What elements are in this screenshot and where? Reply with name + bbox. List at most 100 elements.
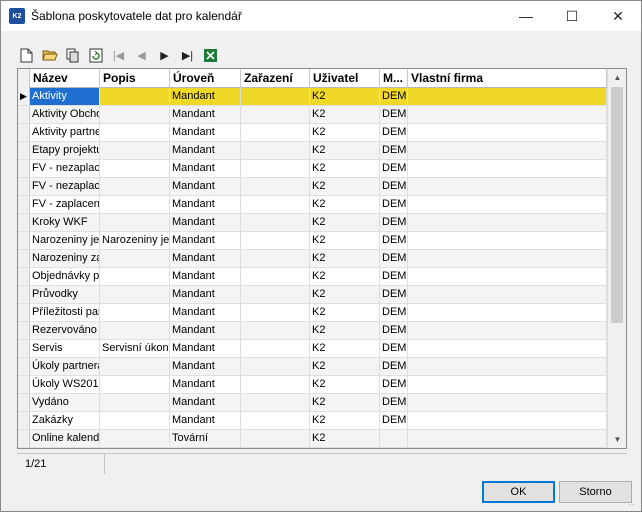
cell-uzivatel[interactable]: K2: [310, 124, 380, 141]
cell-uroven[interactable]: Tovární: [170, 430, 241, 447]
cell-uzivatel[interactable]: K2: [310, 232, 380, 249]
row-indicator[interactable]: [18, 268, 30, 285]
cell-zarazeni[interactable]: [241, 430, 310, 447]
cell-vlastni-firma[interactable]: [408, 286, 607, 303]
cell-zarazeni[interactable]: [241, 196, 310, 213]
cell-vlastni-firma[interactable]: [408, 142, 607, 159]
table-row[interactable]: Průvodky Mandant K2DEMO: [18, 286, 607, 304]
column-header-nazev[interactable]: Název: [30, 69, 100, 88]
cell-uroven[interactable]: Mandant: [170, 88, 241, 105]
cell-mandant[interactable]: DEMO: [380, 106, 408, 123]
cell-popis[interactable]: [100, 106, 170, 123]
cell-uzivatel[interactable]: K2: [310, 214, 380, 231]
cell-popis[interactable]: [100, 160, 170, 177]
cell-zarazeni[interactable]: [241, 250, 310, 267]
cell-popis[interactable]: [100, 430, 170, 447]
cell-uzivatel[interactable]: K2: [310, 106, 380, 123]
cell-vlastni-firma[interactable]: [408, 160, 607, 177]
cell-uzivatel[interactable]: K2: [310, 142, 380, 159]
cell-vlastni-firma[interactable]: [408, 214, 607, 231]
cell-uroven[interactable]: Mandant: [170, 142, 241, 159]
cell-popis[interactable]: [100, 124, 170, 141]
cell-zarazeni[interactable]: [241, 232, 310, 249]
row-indicator[interactable]: [18, 250, 30, 267]
vertical-scrollbar[interactable]: ▲ ▼: [607, 69, 626, 448]
table-row[interactable]: Narozeniny jed Narozeniny jed Mandant K2 DEM…: [18, 232, 607, 250]
last-record-icon[interactable]: ▶|: [178, 46, 197, 65]
scroll-up-icon[interactable]: ▲: [608, 69, 626, 86]
column-header-vlastni-firma[interactable]: Vlastní firma: [408, 69, 607, 88]
cell-mandant[interactable]: DEMO: [380, 322, 408, 339]
cell-uroven[interactable]: Mandant: [170, 358, 241, 375]
row-indicator[interactable]: [18, 412, 30, 429]
column-header-uroven[interactable]: Úroveň: [170, 69, 241, 88]
cell-mandant[interactable]: DEMO: [380, 214, 408, 231]
cell-nazev[interactable]: Narozeniny jed: [30, 232, 100, 249]
new-icon[interactable]: [17, 46, 36, 65]
cell-mandant[interactable]: DEMO: [380, 250, 408, 267]
row-indicator[interactable]: [18, 178, 30, 195]
cell-zarazeni[interactable]: [241, 412, 310, 429]
minimize-icon[interactable]: —: [503, 1, 549, 31]
cell-popis[interactable]: [100, 88, 170, 105]
cell-uroven[interactable]: Mandant: [170, 304, 241, 321]
current-row-indicator-icon[interactable]: ▶: [18, 88, 30, 105]
cell-mandant[interactable]: DEMO: [380, 232, 408, 249]
cell-vlastni-firma[interactable]: [408, 250, 607, 267]
table-row[interactable]: FV - zaplacené Mandant K2DEMO: [18, 196, 607, 214]
cell-vlastni-firma[interactable]: [408, 322, 607, 339]
cell-zarazeni[interactable]: [241, 304, 310, 321]
table-row[interactable]: Úkoly partnera Mandant K2DEMO: [18, 358, 607, 376]
first-record-icon[interactable]: |◀: [109, 46, 128, 65]
table-row[interactable]: Rezervováno Mandant K2DEMO: [18, 322, 607, 340]
row-indicator[interactable]: [18, 232, 30, 249]
table-row[interactable]: Příležitosti par Mandant K2DEMO: [18, 304, 607, 322]
cell-vlastni-firma[interactable]: [408, 232, 607, 249]
cell-popis[interactable]: [100, 304, 170, 321]
cell-nazev[interactable]: Objednávky př: [30, 268, 100, 285]
cell-popis[interactable]: [100, 412, 170, 429]
cell-zarazeni[interactable]: [241, 88, 310, 105]
table-row[interactable]: Etapy projektu Mandant K2DEMO: [18, 142, 607, 160]
cell-uroven[interactable]: Mandant: [170, 268, 241, 285]
cell-mandant[interactable]: DEMO: [380, 340, 408, 357]
column-header-mandant[interactable]: M...: [380, 69, 408, 88]
data-grid[interactable]: Název Popis Úroveň Zařazení Uživatel M..…: [17, 68, 627, 449]
table-row[interactable]: FV - nezaplacen Mandant K2DEMO: [18, 160, 607, 178]
row-indicator[interactable]: [18, 196, 30, 213]
open-icon[interactable]: [40, 46, 59, 65]
cell-mandant[interactable]: DEMO: [380, 412, 408, 429]
ok-button[interactable]: OK: [482, 481, 555, 503]
table-row[interactable]: Zakázky Mandant K2DEMO: [18, 412, 607, 430]
cell-nazev[interactable]: Etapy projektu: [30, 142, 100, 159]
row-indicator[interactable]: [18, 124, 30, 141]
row-indicator[interactable]: [18, 340, 30, 357]
cell-zarazeni[interactable]: [241, 358, 310, 375]
cell-uzivatel[interactable]: K2: [310, 376, 380, 393]
cell-uroven[interactable]: Mandant: [170, 106, 241, 123]
cell-uroven[interactable]: Mandant: [170, 412, 241, 429]
cell-uzivatel[interactable]: K2: [310, 430, 380, 447]
cell-popis[interactable]: Servisní úkony: [100, 340, 170, 357]
cell-popis[interactable]: [100, 394, 170, 411]
cell-zarazeni[interactable]: [241, 142, 310, 159]
cell-popis[interactable]: [100, 250, 170, 267]
cell-vlastni-firma[interactable]: [408, 412, 607, 429]
cell-mandant[interactable]: DEMO: [380, 394, 408, 411]
cancel-button[interactable]: Storno: [559, 481, 632, 503]
cell-mandant[interactable]: DEMO: [380, 142, 408, 159]
cell-uroven[interactable]: Mandant: [170, 394, 241, 411]
scroll-down-icon[interactable]: ▼: [608, 431, 626, 448]
cell-vlastni-firma[interactable]: [408, 358, 607, 375]
cell-nazev[interactable]: Úkoly partnera: [30, 358, 100, 375]
cell-popis[interactable]: [100, 196, 170, 213]
cell-zarazeni[interactable]: [241, 178, 310, 195]
cell-vlastni-firma[interactable]: [408, 106, 607, 123]
cell-uroven[interactable]: Mandant: [170, 340, 241, 357]
cell-vlastni-firma[interactable]: [408, 340, 607, 357]
row-indicator[interactable]: [18, 358, 30, 375]
cell-zarazeni[interactable]: [241, 322, 310, 339]
cell-zarazeni[interactable]: [241, 160, 310, 177]
prev-record-icon[interactable]: ◀: [132, 46, 151, 65]
row-indicator[interactable]: [18, 394, 30, 411]
